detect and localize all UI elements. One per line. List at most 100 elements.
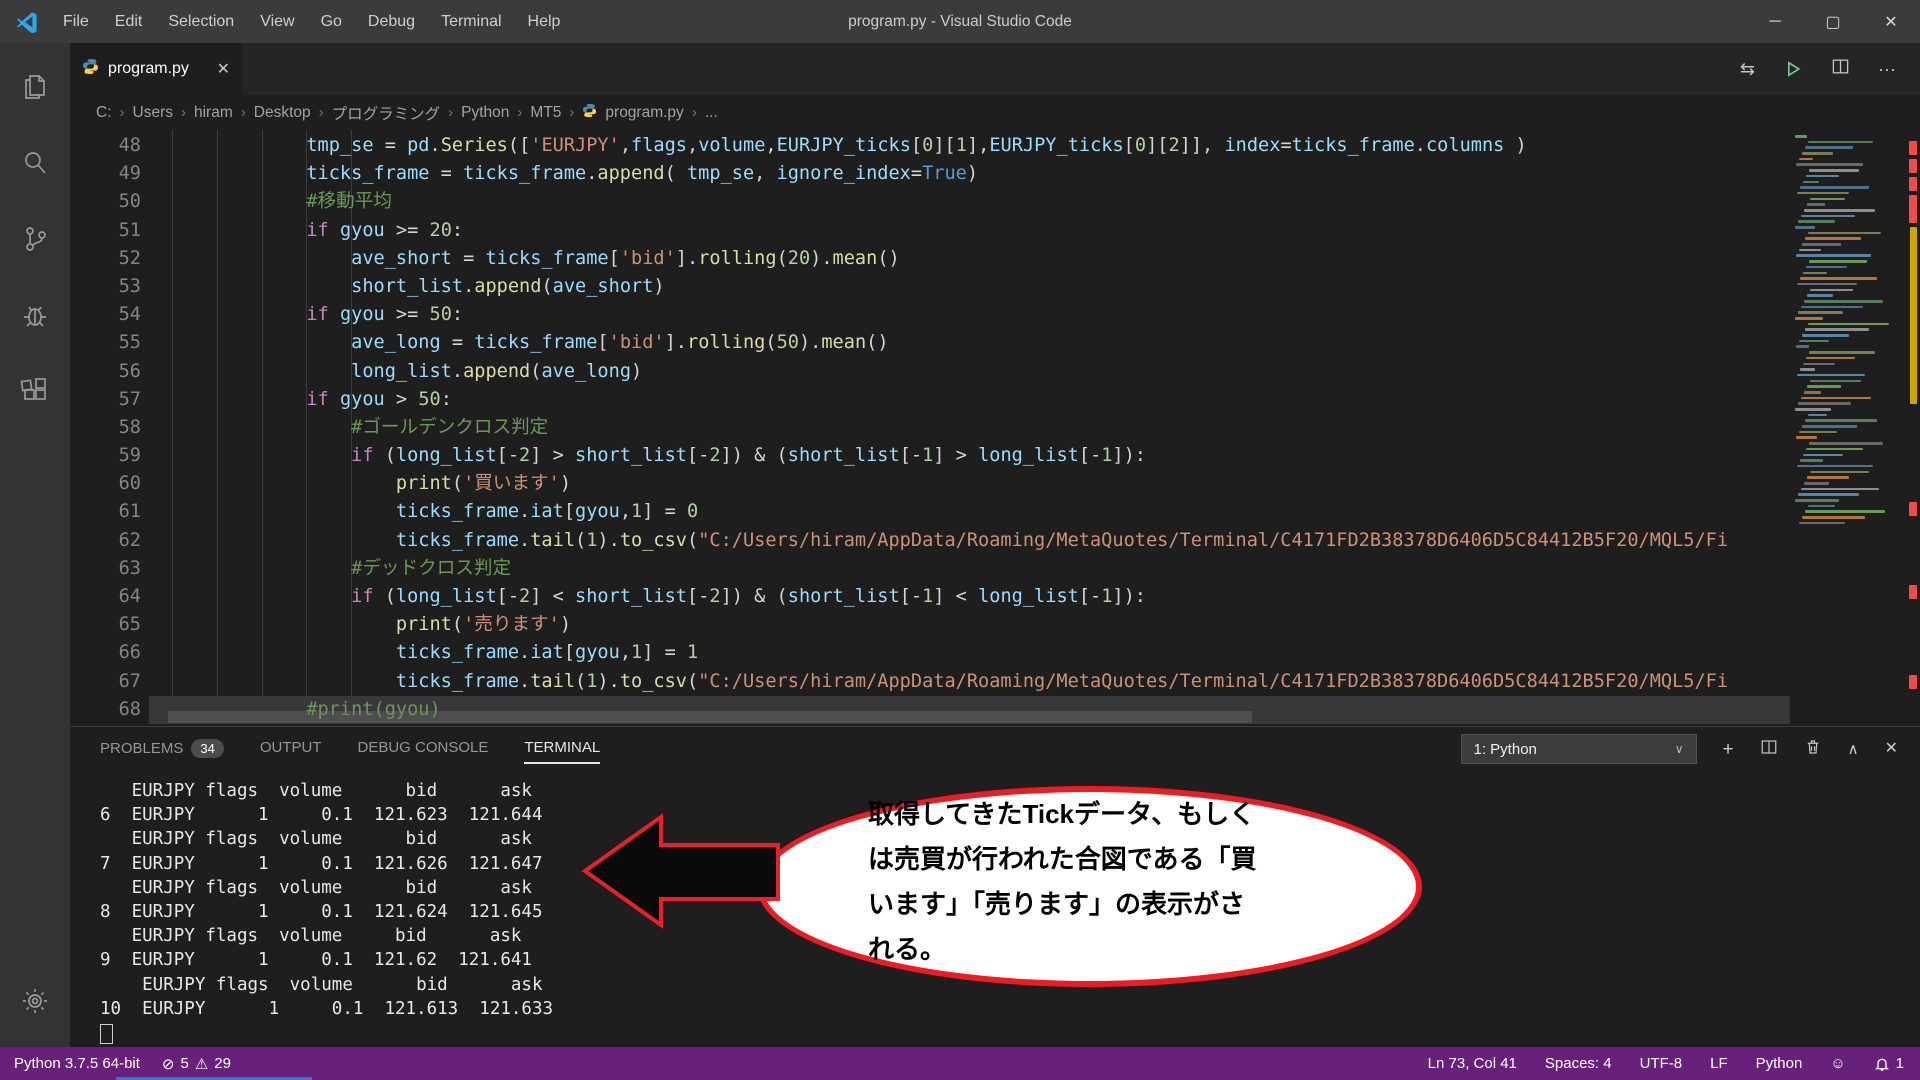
code-line[interactable]: 52 ave_short = ticks_frame['bid'].rollin…	[70, 245, 1790, 273]
feedback-smiley-icon[interactable]: ☺	[1830, 1055, 1845, 1072]
code-line[interactable]: 67 ticks_frame.tail(1).to_csv("C:/Users/…	[70, 668, 1790, 696]
indentation-status[interactable]: Spaces: 4	[1545, 1055, 1612, 1072]
tab-terminal[interactable]: TERMINAL	[524, 739, 600, 764]
kill-terminal-icon[interactable]	[1804, 738, 1822, 761]
more-actions-icon[interactable]: ···	[1878, 59, 1896, 80]
notifications-bell[interactable]: 1	[1874, 1055, 1904, 1072]
breadcrumb-segment[interactable]: ...	[705, 104, 718, 122]
code-line[interactable]: 59 if (long_list[-2] > short_list[-2]) &…	[70, 442, 1790, 470]
menu-view[interactable]: View	[247, 0, 307, 43]
line-number[interactable]: 56	[70, 358, 141, 386]
code-editor[interactable]: 48 tmp_se = pd.Series(['EURJPY',flags,vo…	[70, 130, 1920, 726]
python-interpreter-status[interactable]: Python 3.7.5 64-bit	[14, 1055, 140, 1072]
code-line[interactable]: 57 if gyou > 50:	[70, 386, 1790, 414]
code-line[interactable]: 61 ticks_frame.iat[gyou,1] = 0	[70, 498, 1790, 526]
tab-debug-console[interactable]: DEBUG CONSOLE	[358, 739, 489, 764]
breadcrumb-segment[interactable]: Users	[133, 104, 173, 122]
horizontal-scrollbar[interactable]	[168, 711, 1252, 723]
tab-problems-label: PROBLEMS	[100, 740, 183, 757]
menu-selection[interactable]: Selection	[155, 0, 247, 43]
line-number[interactable]: 68	[70, 696, 141, 724]
line-number[interactable]: 59	[70, 442, 141, 470]
split-editor-icon[interactable]	[1831, 57, 1850, 81]
line-number[interactable]: 64	[70, 583, 141, 611]
debug-icon[interactable]	[0, 283, 70, 347]
maximize-panel-icon[interactable]: ∧	[1848, 742, 1859, 757]
line-number[interactable]: 67	[70, 668, 141, 696]
code-line[interactable]: 54 if gyou >= 50:	[70, 301, 1790, 329]
code-line[interactable]: 62 ticks_frame.tail(1).to_csv("C:/Users/…	[70, 527, 1790, 555]
line-number[interactable]: 65	[70, 611, 141, 639]
menu-file[interactable]: File	[50, 0, 102, 43]
line-number[interactable]: 61	[70, 498, 141, 526]
breadcrumb-segment[interactable]: Python	[461, 104, 509, 122]
code-line[interactable]: 51 if gyou >= 20:	[70, 217, 1790, 245]
settings-gear-icon[interactable]	[0, 969, 70, 1033]
breadcrumb-segment[interactable]: MT5	[530, 104, 561, 122]
status-bar: Python 3.7.5 64-bit ⊘ 5 ⚠ 29 Ln 73, Col …	[0, 1047, 1920, 1080]
line-number[interactable]: 54	[70, 301, 141, 329]
code-line[interactable]: 65 print('売ります')	[70, 611, 1790, 639]
line-number[interactable]: 49	[70, 160, 141, 188]
breadcrumb-segment[interactable]: hiram	[194, 104, 233, 122]
line-number[interactable]: 62	[70, 527, 141, 555]
code-line[interactable]: 58 #ゴールデンクロス判定	[70, 414, 1790, 442]
terminal-selector[interactable]: 1: Python ∨	[1461, 734, 1697, 764]
line-number[interactable]: 52	[70, 245, 141, 273]
extensions-icon[interactable]	[0, 359, 70, 423]
open-changes-icon[interactable]: ⇆	[1740, 59, 1755, 80]
menu-debug[interactable]: Debug	[355, 0, 428, 43]
code-line[interactable]: 64 if (long_list[-2] < short_list[-2]) &…	[70, 583, 1790, 611]
search-icon[interactable]	[0, 131, 70, 195]
code-line[interactable]: 48 tmp_se = pd.Series(['EURJPY',flags,vo…	[70, 132, 1790, 160]
source-control-icon[interactable]	[0, 207, 70, 271]
breadcrumb-segment[interactable]: プログラミング	[332, 102, 441, 124]
terminal-output[interactable]: EURJPY flags volume bid ask6 EURJPY 1 0.…	[70, 779, 553, 1044]
line-number[interactable]: 63	[70, 555, 141, 583]
close-icon[interactable]: ✕	[1862, 0, 1920, 43]
minimize-icon[interactable]: ─	[1746, 0, 1804, 43]
maximize-icon[interactable]: ▢	[1804, 0, 1862, 43]
code-line[interactable]: 56 long_list.append(ave_long)	[70, 358, 1790, 386]
line-number[interactable]: 66	[70, 639, 141, 667]
line-number[interactable]: 58	[70, 414, 141, 442]
code-line[interactable]: 49 ticks_frame = ticks_frame.append( tmp…	[70, 160, 1790, 188]
cursor-position-status[interactable]: Ln 73, Col 41	[1428, 1055, 1517, 1072]
eol-status[interactable]: LF	[1710, 1055, 1728, 1072]
line-number[interactable]: 57	[70, 386, 141, 414]
code-line[interactable]: 55 ave_long = ticks_frame['bid'].rolling…	[70, 329, 1790, 357]
code-line[interactable]: 63 #デッドクロス判定	[70, 555, 1790, 583]
minimap[interactable]	[1793, 135, 1905, 537]
chevron-right-icon: ›	[319, 104, 324, 121]
close-panel-icon[interactable]: ✕	[1885, 741, 1898, 757]
split-terminal-icon[interactable]	[1760, 738, 1778, 761]
code-line[interactable]: 53 short_list.append(ave_short)	[70, 273, 1790, 301]
menu-help[interactable]: Help	[515, 0, 574, 43]
new-terminal-icon[interactable]: +	[1723, 740, 1734, 759]
chevron-right-icon: ›	[181, 104, 186, 121]
encoding-status[interactable]: UTF-8	[1640, 1055, 1683, 1072]
breadcrumb-segment[interactable]: program.py	[605, 104, 683, 122]
explorer-icon[interactable]	[0, 55, 70, 119]
breadcrumb-segment[interactable]: Desktop	[254, 104, 311, 122]
breadcrumb-segment[interactable]: C:	[96, 104, 112, 122]
tab-close-icon[interactable]: ✕	[217, 59, 230, 79]
line-number[interactable]: 53	[70, 273, 141, 301]
line-number[interactable]: 48	[70, 132, 141, 160]
tab-program-py[interactable]: program.py ✕	[70, 43, 242, 95]
menu-go[interactable]: Go	[308, 0, 355, 43]
code-line[interactable]: 60 print('買います')	[70, 470, 1790, 498]
language-mode-status[interactable]: Python	[1756, 1055, 1803, 1072]
code-line[interactable]: 50 #移動平均	[70, 188, 1790, 216]
line-number[interactable]: 55	[70, 329, 141, 357]
line-number[interactable]: 50	[70, 188, 141, 216]
line-number[interactable]: 51	[70, 217, 141, 245]
code-line[interactable]: 66 ticks_frame.iat[gyou,1] = 1	[70, 639, 1790, 667]
menu-terminal[interactable]: Terminal	[428, 0, 514, 43]
menu-edit[interactable]: Edit	[102, 0, 156, 43]
problems-status[interactable]: ⊘ 5 ⚠ 29	[162, 1055, 231, 1073]
tab-problems[interactable]: PROBLEMS 34	[100, 739, 224, 766]
run-icon[interactable]	[1783, 59, 1803, 79]
line-number[interactable]: 60	[70, 470, 141, 498]
tab-output[interactable]: OUTPUT	[260, 739, 322, 764]
